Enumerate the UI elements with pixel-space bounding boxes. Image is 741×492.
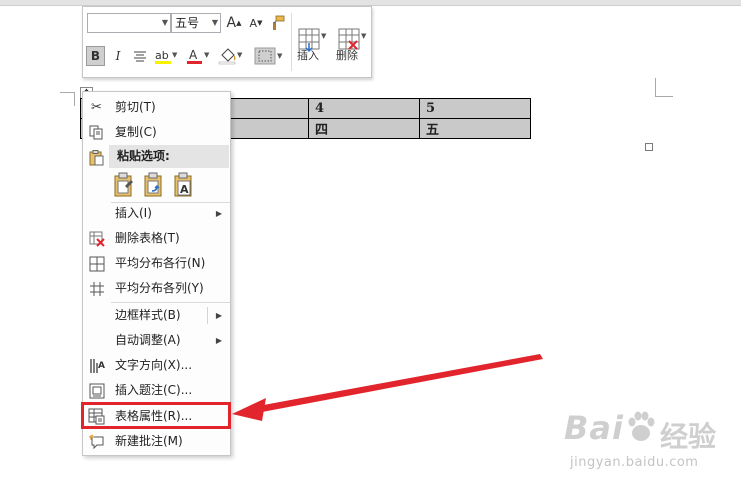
arrow-shaft bbox=[258, 354, 543, 412]
arrow-head bbox=[232, 398, 266, 421]
paw-icon bbox=[628, 411, 655, 441]
watermark-url: jingyan.baidu.com bbox=[570, 455, 699, 470]
watermark-brand: Bai bbox=[564, 409, 624, 447]
baidu-watermark: Bai 经验 jingyan.baidu.com bbox=[560, 405, 730, 487]
watermark-title: 经验 bbox=[660, 420, 717, 453]
